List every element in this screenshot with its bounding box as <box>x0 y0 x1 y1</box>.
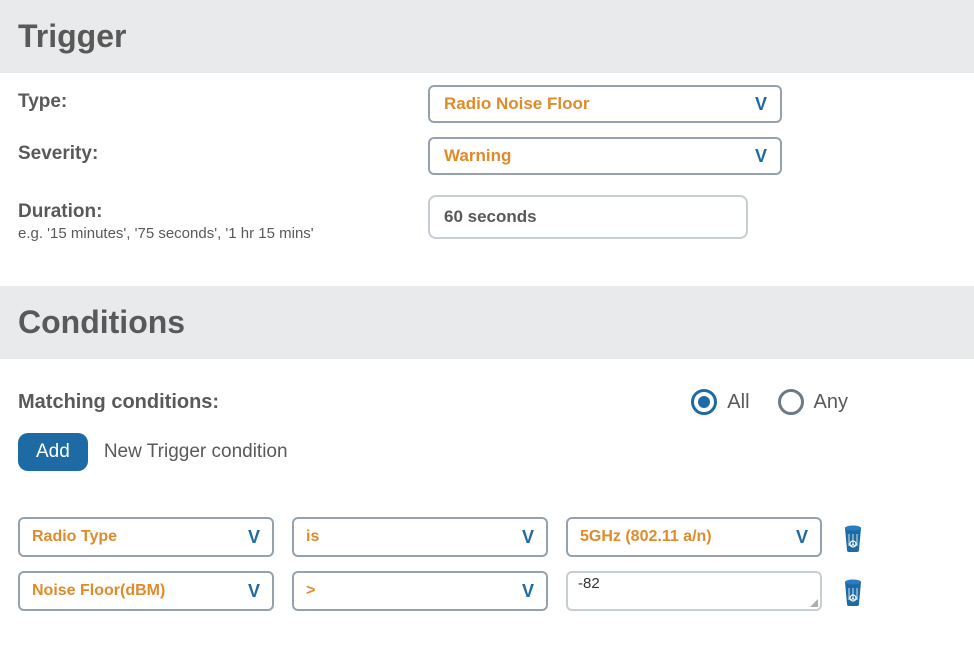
duration-hint: e.g. '15 minutes', '75 seconds', '1 hr 1… <box>18 225 428 242</box>
condition-operator-dropdown[interactable]: > V <box>292 571 548 611</box>
add-condition-text: New Trigger condition <box>104 441 288 463</box>
resize-handle-icon[interactable] <box>808 597 818 607</box>
condition-value-input[interactable] <box>578 575 810 592</box>
type-dropdown[interactable]: Radio Noise Floor V <box>428 85 782 123</box>
chevron-down-icon: V <box>248 581 260 602</box>
condition-field-dropdown[interactable]: Radio Type V <box>18 517 274 557</box>
duration-input[interactable] <box>428 195 748 239</box>
type-label: Type: <box>18 91 428 113</box>
trash-icon <box>841 522 865 552</box>
chevron-down-icon: V <box>796 527 808 548</box>
severity-label: Severity: <box>18 143 428 165</box>
trigger-section-header: Trigger <box>0 0 974 73</box>
type-row: Type: Radio Noise Floor V <box>18 85 956 123</box>
condition-operator-dropdown[interactable]: is V <box>292 517 548 557</box>
delete-condition-button[interactable] <box>840 575 866 607</box>
matching-radio-group: All Any <box>691 389 956 415</box>
condition-operator-value: is <box>306 528 319 546</box>
add-condition-row: Add New Trigger condition <box>18 433 956 471</box>
delete-condition-button[interactable] <box>840 521 866 553</box>
duration-row: Duration: e.g. '15 minutes', '75 seconds… <box>18 195 956 242</box>
trash-icon <box>841 576 865 606</box>
trigger-title: Trigger <box>18 18 956 55</box>
matching-conditions-label: Matching conditions: <box>18 391 219 414</box>
condition-field-dropdown[interactable]: Noise Floor(dBM) V <box>18 571 274 611</box>
condition-row: Noise Floor(dBM) V > V <box>18 571 956 611</box>
add-button[interactable]: Add <box>18 433 88 471</box>
condition-field-value: Radio Type <box>32 528 117 546</box>
conditions-body: Matching conditions: All Any Add New Tri… <box>0 359 974 645</box>
severity-row: Severity: Warning V <box>18 137 956 175</box>
condition-value: 5GHz (802.11 a/n) <box>580 528 712 546</box>
type-value: Radio Noise Floor <box>444 94 589 114</box>
severity-dropdown[interactable]: Warning V <box>428 137 782 175</box>
chevron-down-icon: V <box>522 527 534 548</box>
trigger-body: Type: Radio Noise Floor V Severity: Warn… <box>0 73 974 286</box>
condition-operator-value: > <box>306 582 315 600</box>
matching-conditions-row: Matching conditions: All Any <box>18 389 956 415</box>
condition-row: Radio Type V is V 5GHz (802.11 a/n) V <box>18 517 956 557</box>
conditions-section-header: Conditions <box>0 286 974 359</box>
chevron-down-icon: V <box>248 527 260 548</box>
chevron-down-icon: V <box>755 94 766 115</box>
radio-all[interactable] <box>691 389 717 415</box>
radio-any-label: Any <box>814 391 848 414</box>
radio-any[interactable] <box>778 389 804 415</box>
condition-value-dropdown[interactable]: 5GHz (802.11 a/n) V <box>566 517 822 557</box>
radio-all-label: All <box>727 391 749 414</box>
condition-field-value: Noise Floor(dBM) <box>32 582 165 600</box>
severity-value: Warning <box>444 146 511 166</box>
condition-value-input-wrap <box>566 571 822 611</box>
chevron-down-icon: V <box>522 581 534 602</box>
conditions-title: Conditions <box>18 304 956 341</box>
chevron-down-icon: V <box>755 146 766 167</box>
duration-label: Duration: <box>18 201 428 223</box>
